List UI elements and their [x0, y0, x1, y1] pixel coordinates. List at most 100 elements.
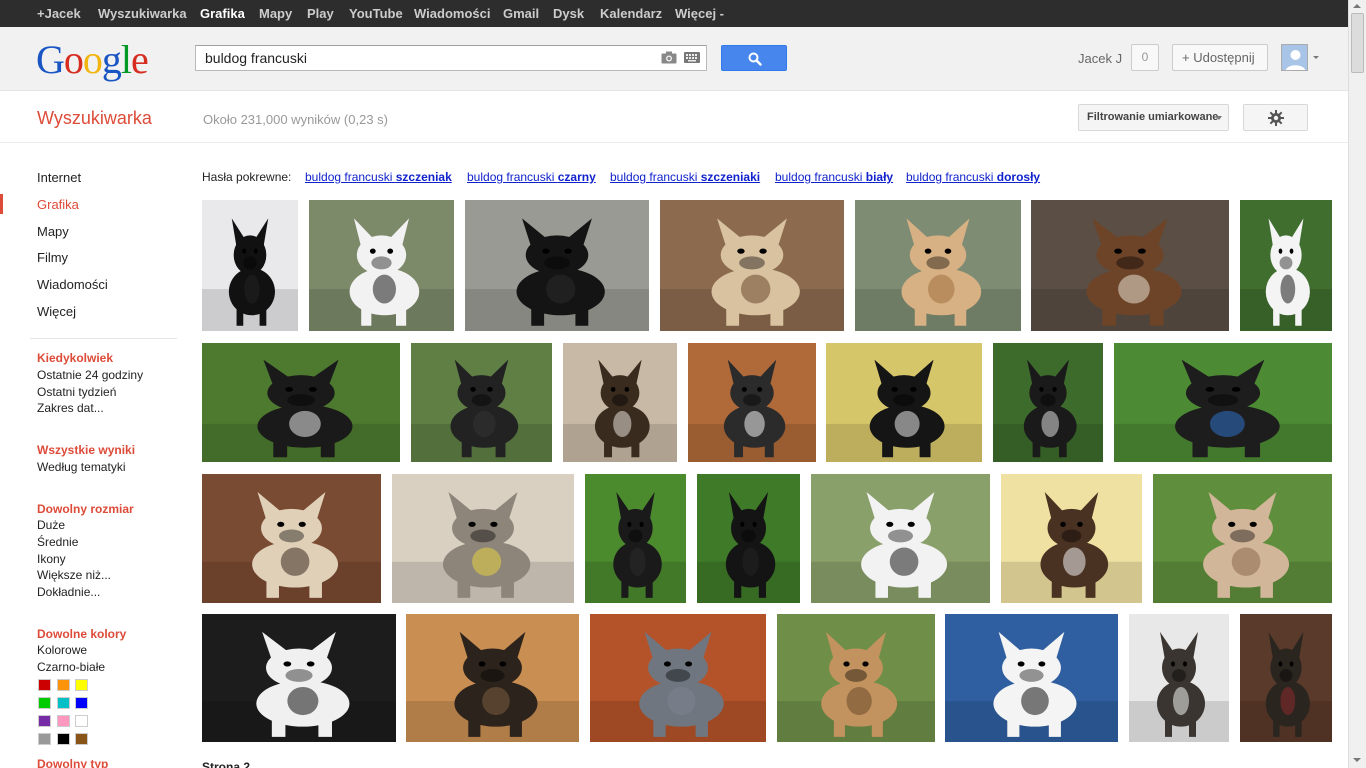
image-result-thumbnail[interactable] — [202, 200, 298, 331]
color-filter-heading[interactable]: Dowolne kolory — [37, 627, 126, 641]
size-filter-option[interactable]: Dokładnie... — [37, 585, 100, 599]
share-button[interactable]: + Udostępnij — [1172, 44, 1268, 71]
related-link[interactable]: buldog francuski dorosły — [906, 170, 1040, 184]
size-filter-option[interactable]: Duże — [37, 518, 65, 532]
search-input[interactable] — [196, 46, 646, 70]
topbar-link-images[interactable]: Grafika — [200, 6, 245, 21]
image-result-thumbnail[interactable] — [465, 200, 649, 331]
color-swatch-orange[interactable] — [57, 679, 70, 691]
topbar-link-gmail[interactable]: Gmail — [503, 6, 539, 21]
scroll-up-arrow-icon[interactable] — [1353, 4, 1361, 8]
related-link[interactable]: buldog francuski biały — [775, 170, 893, 184]
color-swatch-brown[interactable] — [75, 733, 88, 745]
color-swatch-purple[interactable] — [38, 715, 51, 727]
topbar-link-search[interactable]: Wyszukiwarka — [98, 6, 187, 21]
image-result-thumbnail[interactable] — [406, 614, 579, 742]
image-result-thumbnail[interactable] — [1001, 474, 1142, 603]
image-result-thumbnail[interactable] — [826, 343, 982, 462]
topbar-link-maps[interactable]: Mapy — [259, 6, 292, 21]
color-swatch-gray[interactable] — [38, 733, 51, 745]
size-filter-option[interactable]: Większe niż... — [37, 568, 111, 582]
topbar-link-news[interactable]: Wiadomości — [414, 6, 490, 21]
topbar-link-plus[interactable]: +Jacek — [37, 6, 81, 21]
nav-item-internet[interactable]: Internet — [37, 170, 81, 185]
related-link[interactable]: buldog francuski szczeniak — [305, 170, 452, 184]
image-result-thumbnail[interactable] — [202, 474, 381, 603]
chevron-down-icon[interactable] — [1313, 56, 1319, 59]
topbar-link-play[interactable]: Play — [307, 6, 334, 21]
nav-item-more[interactable]: Więcej — [37, 304, 76, 319]
results-filter-heading[interactable]: Wszystkie wyniki — [37, 443, 135, 457]
scroll-down-arrow-icon[interactable] — [1353, 758, 1361, 762]
related-link[interactable]: buldog francuski szczeniaki — [610, 170, 760, 184]
size-filter-option[interactable]: Średnie — [37, 535, 78, 549]
nav-item-images[interactable]: Grafika — [37, 197, 79, 212]
color-swatch-red[interactable] — [38, 679, 51, 691]
google-logo[interactable]: Google — [36, 37, 149, 82]
color-swatch-teal[interactable] — [57, 697, 70, 709]
image-result-thumbnail[interactable] — [1129, 614, 1229, 742]
nav-item-maps[interactable]: Mapy — [37, 224, 69, 239]
color-swatch-pink[interactable] — [57, 715, 70, 727]
color-swatch-blue[interactable] — [75, 697, 88, 709]
type-filter-heading[interactable]: Dowolny typ — [37, 757, 108, 768]
scrollbar[interactable] — [1348, 0, 1366, 768]
dog-photo — [1129, 614, 1229, 742]
nav-item-news[interactable]: Wiadomości — [37, 277, 108, 292]
logo-letter: g — [101, 37, 122, 82]
image-result-thumbnail[interactable] — [202, 614, 396, 742]
image-result-thumbnail[interactable] — [945, 614, 1118, 742]
image-result-thumbnail[interactable] — [309, 200, 454, 331]
section-title[interactable]: Wyszukiwarka — [37, 108, 152, 129]
color-filter-option[interactable]: Kolorowe — [37, 643, 87, 657]
related-link[interactable]: buldog francuski czarny — [467, 170, 596, 184]
size-filter-option[interactable]: Ikony — [37, 552, 66, 566]
time-filter-option[interactable]: Ostatnie 24 godziny — [37, 368, 143, 382]
topbar-link-drive[interactable]: Dysk — [553, 6, 584, 21]
color-filter-option[interactable]: Czarno-białe — [37, 660, 105, 674]
time-filter-option[interactable]: Zakres dat... — [37, 401, 104, 415]
scrollbar-thumb[interactable] — [1351, 13, 1364, 73]
results-filter-option[interactable]: Według tematyki — [37, 460, 125, 474]
image-result-thumbnail[interactable] — [777, 614, 935, 742]
search-button[interactable] — [721, 45, 787, 71]
topbar-link-calendar[interactable]: Kalendarz — [600, 6, 662, 21]
camera-icon[interactable] — [661, 51, 677, 64]
topbar-link-more[interactable]: Więcej - — [675, 6, 724, 21]
image-result-thumbnail[interactable] — [1240, 200, 1332, 331]
avatar[interactable] — [1281, 44, 1308, 71]
topbar-link-youtube[interactable]: YouTube — [349, 6, 403, 21]
color-swatch-yellow[interactable] — [75, 679, 88, 691]
image-result-thumbnail[interactable] — [697, 474, 800, 603]
image-result-thumbnail[interactable] — [585, 474, 686, 603]
image-result-thumbnail[interactable] — [660, 200, 844, 331]
image-result-thumbnail[interactable] — [1114, 343, 1332, 462]
image-result-thumbnail[interactable] — [1031, 200, 1229, 331]
image-result-thumbnail[interactable] — [688, 343, 816, 462]
image-result-thumbnail[interactable] — [1240, 614, 1332, 742]
image-result-thumbnail[interactable] — [855, 200, 1021, 331]
image-result-thumbnail[interactable] — [392, 474, 574, 603]
image-result-thumbnail[interactable] — [411, 343, 552, 462]
image-result-thumbnail[interactable] — [811, 474, 990, 603]
color-swatch-black[interactable] — [57, 733, 70, 745]
color-swatch-white[interactable] — [75, 715, 88, 727]
settings-button[interactable] — [1243, 104, 1308, 131]
time-filter-heading[interactable]: Kiedykolwiek — [37, 351, 113, 365]
image-result-thumbnail[interactable] — [202, 343, 400, 462]
notification-count[interactable]: 0 — [1131, 44, 1159, 71]
nav-item-videos[interactable]: Filmy — [37, 250, 68, 265]
keyboard-icon[interactable] — [684, 52, 700, 63]
user-name[interactable]: Jacek J — [1078, 51, 1122, 66]
image-result-thumbnail[interactable] — [993, 343, 1103, 462]
image-result-thumbnail[interactable] — [563, 343, 677, 462]
image-result-thumbnail[interactable] — [590, 614, 766, 742]
time-filter-option[interactable]: Ostatni tydzień — [37, 385, 116, 399]
dog-photo — [1001, 474, 1142, 603]
logo-letter: e — [131, 37, 149, 82]
image-result-thumbnail[interactable] — [1153, 474, 1332, 603]
dog-photo — [777, 614, 935, 742]
size-filter-heading[interactable]: Dowolny rozmiar — [37, 502, 134, 516]
safesearch-filter-dropdown[interactable]: Filtrowanie umiarkowane — [1078, 104, 1229, 131]
color-swatch-green[interactable] — [38, 697, 51, 709]
